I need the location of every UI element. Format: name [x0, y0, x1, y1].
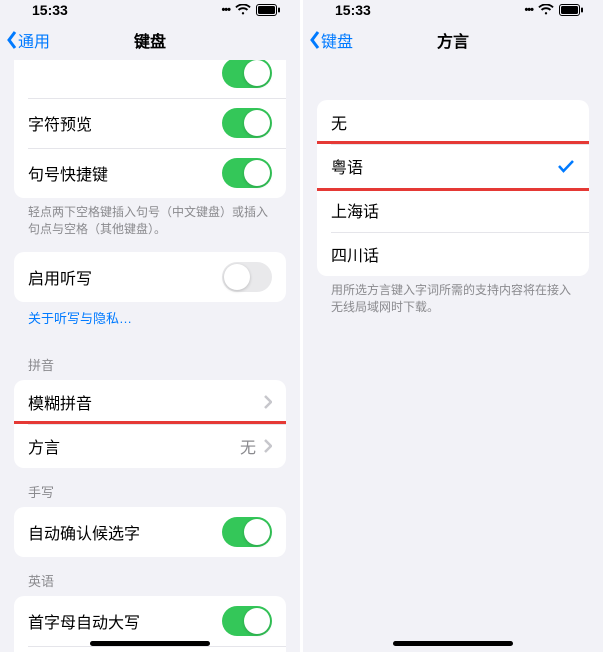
- cell-fuzzy-pinyin[interactable]: 模糊拼音: [14, 380, 286, 424]
- group-footer: 用所选方言键入字词所需的支持内容将在接入无线局域网时下载。: [303, 276, 603, 330]
- section-header-handwriting: 手写: [0, 468, 300, 507]
- option-shanghainese[interactable]: 上海话: [317, 188, 589, 232]
- group-footer: 轻点两下空格键插入句号（中文键盘）或插入句点与空格（其他键盘）。: [0, 198, 300, 252]
- cell-value: 无: [240, 434, 256, 458]
- settings-group-pinyin: 模糊拼音 方言 无: [14, 380, 286, 468]
- cell-toggle-partial[interactable]: [14, 60, 286, 98]
- cell-auto-confirm[interactable]: 自动确认候选字: [14, 507, 286, 557]
- section-header-english: 英语: [0, 557, 300, 596]
- dialect-options-group: 无 粤语 上海话 四川话: [317, 100, 589, 276]
- cell-check-spelling[interactable]: 检查拼写: [14, 646, 286, 652]
- chevron-right-icon: [264, 395, 272, 409]
- option-label: 粤语: [331, 154, 557, 178]
- cell-label: 启用听写: [28, 265, 222, 289]
- toggle-switch[interactable]: [222, 262, 272, 292]
- page-title: 方言: [437, 28, 469, 52]
- option-sichuanese[interactable]: 四川话: [317, 232, 589, 276]
- toggle-switch[interactable]: [222, 158, 272, 188]
- section-header-pinyin: 拼音: [0, 341, 300, 380]
- status-time: 15:33: [20, 2, 68, 18]
- wifi-icon: [235, 4, 251, 16]
- toggle-switch[interactable]: [222, 606, 272, 636]
- cell-auto-cap[interactable]: 首字母自动大写: [14, 596, 286, 646]
- toggle-switch[interactable]: [222, 60, 272, 88]
- status-bar: 15:33 •••: [303, 0, 603, 20]
- option-label: 无: [331, 110, 575, 134]
- settings-group-handwriting: 自动确认候选字: [14, 507, 286, 557]
- home-indicator[interactable]: [90, 641, 210, 646]
- status-bar: 15:33 •••: [0, 0, 300, 20]
- cell-label: 字符预览: [28, 111, 222, 135]
- battery-icon: [559, 4, 583, 16]
- home-indicator[interactable]: [393, 641, 513, 646]
- option-none[interactable]: 无: [317, 100, 589, 144]
- toggle-switch[interactable]: [222, 108, 272, 138]
- signal-icon: •••: [221, 4, 230, 16]
- cell-period-shortcut[interactable]: 句号快捷键: [14, 148, 286, 198]
- back-label: 通用: [18, 28, 50, 52]
- cell-char-preview[interactable]: 字符预览: [14, 98, 286, 148]
- status-time: 15:33: [323, 2, 371, 18]
- cell-label: 模糊拼音: [28, 390, 258, 414]
- dictation-privacy-link[interactable]: 关于听写与隐私…: [0, 302, 300, 341]
- page-title: 键盘: [134, 28, 166, 52]
- nav-bar: 通用 键盘: [0, 20, 300, 60]
- status-icons: •••: [524, 4, 583, 16]
- back-button[interactable]: 通用: [0, 28, 50, 52]
- checkmark-icon: [557, 159, 575, 173]
- cell-label: 首字母自动大写: [28, 609, 222, 633]
- signal-icon: •••: [524, 4, 533, 16]
- cell-enable-dictation[interactable]: 启用听写: [14, 252, 286, 302]
- status-icons: •••: [221, 4, 280, 16]
- chevron-left-icon: [6, 30, 18, 50]
- cell-label: 自动确认候选字: [28, 520, 222, 544]
- option-label: 上海话: [331, 198, 575, 222]
- settings-group-basic: 字符预览 句号快捷键: [14, 60, 286, 198]
- cell-label: 句号快捷键: [28, 161, 222, 185]
- chevron-left-icon: [309, 30, 321, 50]
- option-cantonese[interactable]: 粤语: [317, 141, 589, 191]
- toggle-switch[interactable]: [222, 517, 272, 547]
- nav-bar: 键盘 方言: [303, 20, 603, 60]
- back-label: 键盘: [321, 28, 353, 52]
- wifi-icon: [538, 4, 554, 16]
- option-label: 四川话: [331, 242, 575, 266]
- cell-label: 方言: [28, 434, 240, 458]
- settings-group-dictation: 启用听写: [14, 252, 286, 302]
- cell-dialect[interactable]: 方言 无: [14, 421, 286, 468]
- back-button[interactable]: 键盘: [303, 28, 353, 52]
- chevron-right-icon: [264, 439, 272, 453]
- battery-icon: [256, 4, 280, 16]
